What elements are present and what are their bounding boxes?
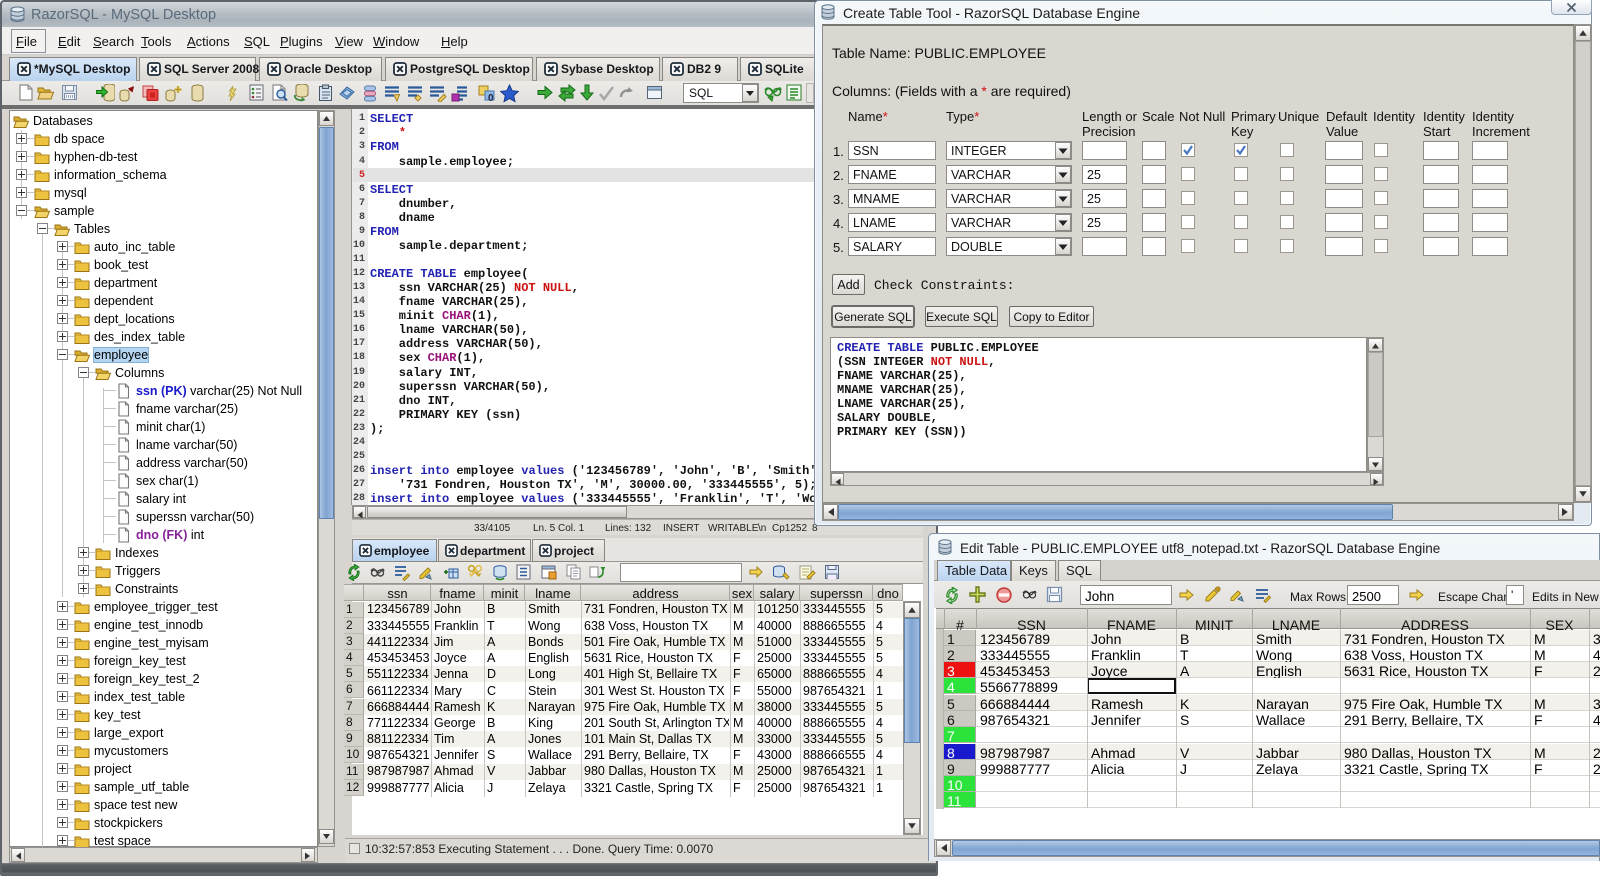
svg-text:0: 0 bbox=[488, 93, 494, 102]
